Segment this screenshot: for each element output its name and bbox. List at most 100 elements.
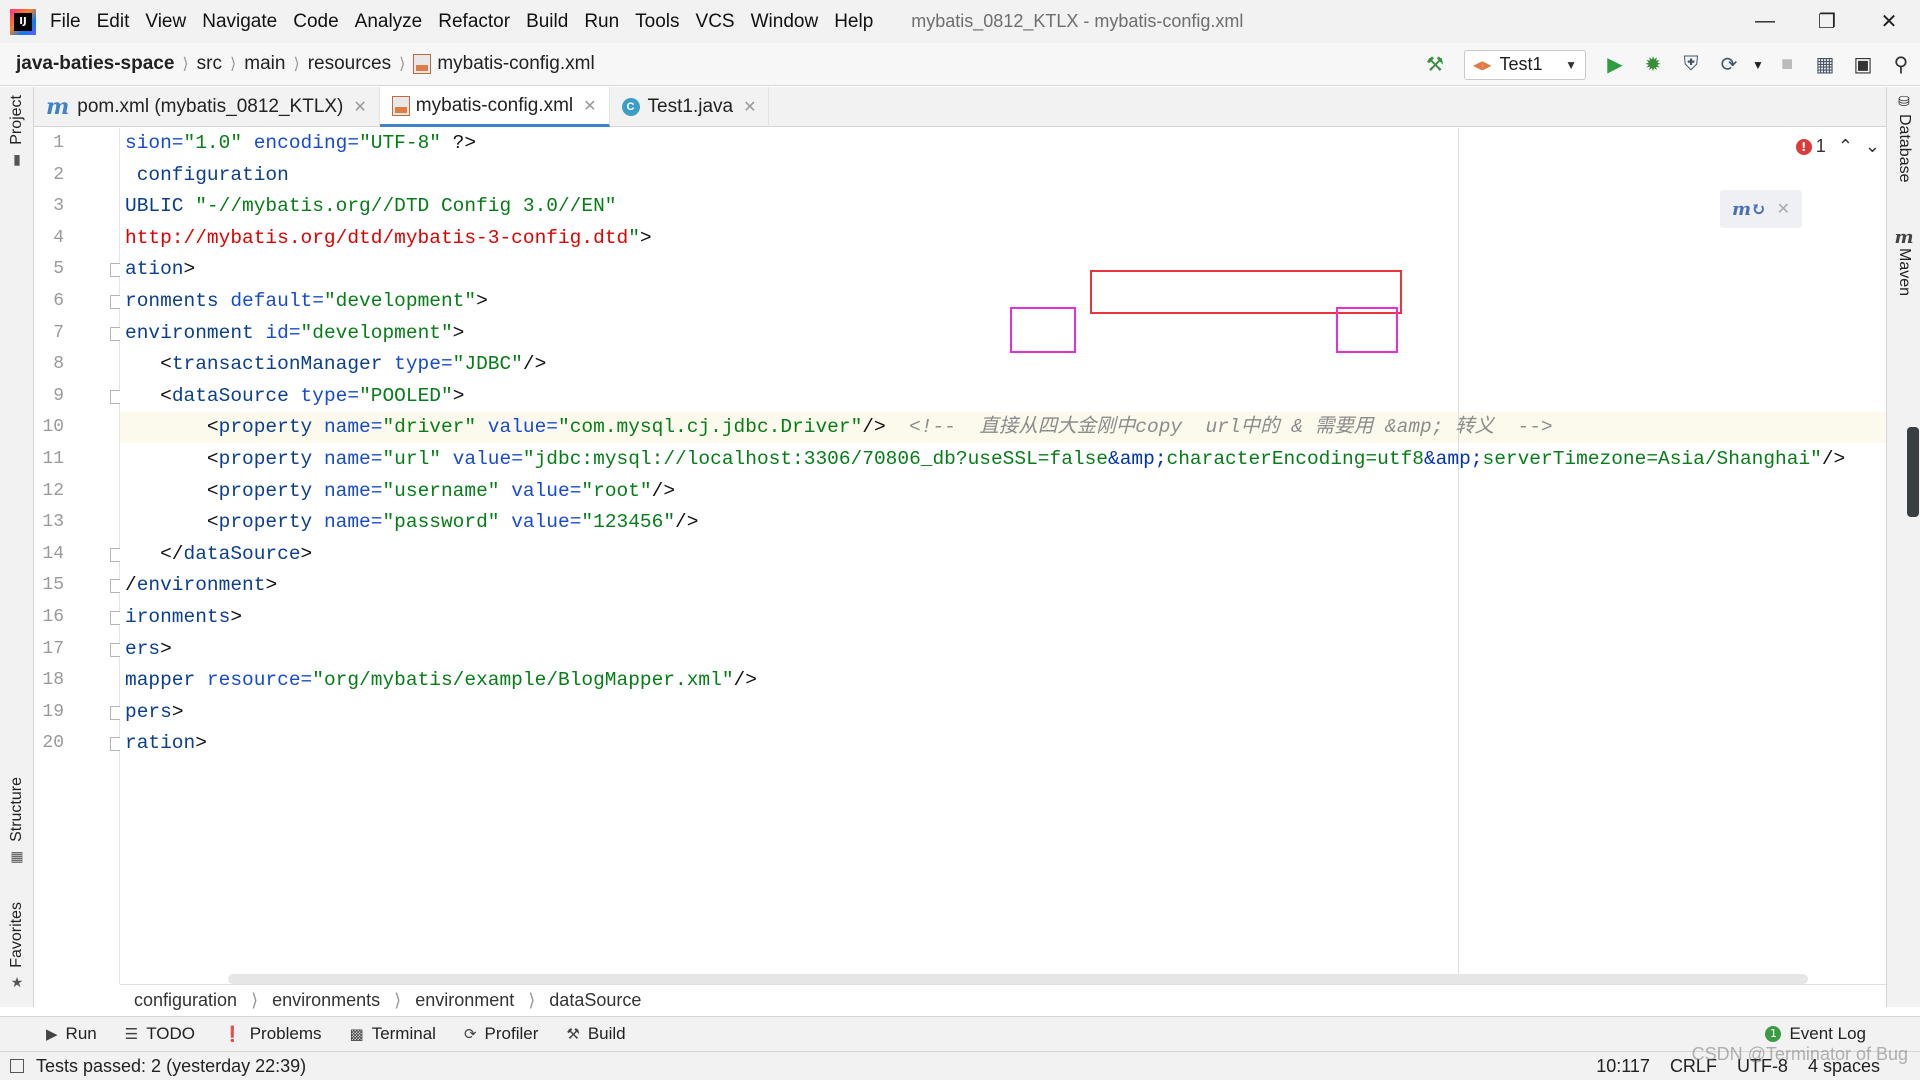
menu-file[interactable]: File — [50, 11, 89, 33]
menu-edit[interactable]: Edit — [89, 11, 138, 33]
breadcrumb-main[interactable]: main — [238, 53, 291, 75]
menu-build[interactable]: Build — [518, 11, 576, 33]
maven-file-icon: m — [46, 94, 70, 120]
breadcrumb-resources[interactable]: resources — [302, 53, 397, 75]
line-number: 19 — [42, 701, 64, 722]
menu-vcs[interactable]: VCS — [688, 11, 743, 33]
maven-reload-icon[interactable]: m↻ — [1732, 199, 1766, 220]
code-editor[interactable]: sion="1.0" encoding="UTF-8" ?> configura… — [120, 128, 1886, 984]
terminal-tool-button[interactable]: ▩ Terminal — [336, 1024, 450, 1044]
database-tool-button[interactable]: ⛁ Database — [1887, 93, 1920, 183]
menu-help[interactable]: Help — [826, 11, 881, 33]
chevron-down-icon[interactable]: ▼ — [1748, 43, 1768, 86]
menu-view[interactable]: View — [137, 11, 194, 33]
code-line: pers> — [125, 697, 184, 728]
code-token: "root" — [581, 479, 652, 502]
structure-item-environments[interactable]: environments — [272, 990, 380, 1011]
minimize-button[interactable]: — — [1734, 0, 1796, 43]
code-token: type= — [300, 384, 360, 407]
menu-code[interactable]: Code — [285, 11, 346, 33]
restore-button[interactable]: ❐ — [1796, 0, 1858, 43]
favorites-tool-button[interactable]: Favorites ★ — [0, 902, 34, 991]
profiler-tool-button[interactable]: ⟳ Profiler — [450, 1024, 552, 1044]
menu-run[interactable]: Run — [576, 11, 627, 33]
line-number: 3 — [53, 196, 64, 217]
structure-item-environment[interactable]: environment — [415, 990, 514, 1011]
error-count[interactable]: ! 1 — [1795, 136, 1826, 157]
code-token: dataSource — [171, 384, 301, 407]
profile-icon[interactable]: ⟳ — [1710, 43, 1748, 86]
event-log-button[interactable]: 1 Event Log — [1751, 1024, 1880, 1044]
code-token: "UTF-8" — [359, 132, 441, 154]
code-token: < — [125, 416, 219, 439]
folder-icon: ▮ — [13, 150, 21, 167]
tab-pom-xml[interactable]: m pom.xml (mybatis_0812_KTLX) ✕ — [34, 87, 380, 127]
caret-position[interactable]: 10:117 — [1596, 1056, 1650, 1077]
menu-tools[interactable]: Tools — [627, 11, 687, 33]
code-token: name= — [323, 448, 383, 470]
chevron-up-icon[interactable]: ⌃ — [1838, 136, 1853, 157]
maven-reload-popup: m↻ ✕ — [1720, 190, 1802, 228]
close-icon[interactable]: ✕ — [583, 96, 596, 116]
breadcrumb-project[interactable]: java-baties-space — [0, 53, 180, 75]
todo-tool-button[interactable]: ☰ TODO — [111, 1024, 209, 1044]
code-line: sion="1.0" encoding="UTF-8" ?> — [125, 128, 476, 159]
status-message[interactable]: Tests passed: 2 (yesterday 22:39) — [36, 1056, 306, 1077]
structure-tool-button[interactable]: Structure ▦ — [0, 777, 34, 865]
horizontal-scrollbar[interactable] — [228, 974, 1808, 984]
menu-analyze[interactable]: Analyze — [347, 11, 431, 33]
close-icon[interactable]: ✕ — [743, 97, 756, 117]
status-toggle-icon[interactable] — [10, 1059, 24, 1073]
menu-navigate[interactable]: Navigate — [194, 11, 285, 33]
breadcrumb-file[interactable]: mybatis-config.xml — [407, 53, 600, 75]
structure-item-configuration[interactable]: configuration — [134, 990, 237, 1011]
run-icon[interactable]: ▶ — [1596, 43, 1634, 86]
stop-icon[interactable]: ■ — [1768, 43, 1806, 86]
build-hammer-icon[interactable]: ⚒ — [1416, 43, 1454, 86]
scroll-thumb[interactable] — [1907, 427, 1919, 517]
close-icon[interactable]: ✕ — [1777, 199, 1790, 219]
line-number: 20 — [42, 733, 64, 754]
code-token: "jdbc:mysql://localhost:3306/70806_db?us… — [522, 448, 1109, 470]
code-token: value= — [440, 448, 523, 470]
line-number: 13 — [42, 512, 64, 533]
line-number: 1 — [53, 133, 64, 153]
code-token: "development" — [300, 321, 453, 344]
chevron-right-icon: ⟩ — [528, 989, 536, 1010]
code-line: <transactionManager type="JDBC"/> — [125, 349, 546, 380]
coverage-icon[interactable]: ⛨ — [1672, 43, 1710, 86]
project-structure-icon[interactable]: ▦ — [1806, 43, 1844, 86]
code-token: > — [300, 542, 313, 565]
structure-item-datasource[interactable]: dataSource — [549, 990, 641, 1011]
problems-tool-button[interactable]: ❗ Problems — [209, 1024, 336, 1044]
tab-mybatis-config[interactable]: mybatis-config.xml ✕ — [379, 87, 610, 127]
code-token: /> — [733, 669, 757, 692]
problems-tool-label: Problems — [249, 1024, 322, 1043]
navigation-bar: java-baties-space ⟩ src ⟩ main ⟩ resourc… — [0, 43, 1920, 86]
build-tool-button[interactable]: ⚒ Build — [552, 1024, 639, 1044]
run-tool-button[interactable]: ▶ Run — [0, 1024, 111, 1044]
error-count-label: 1 — [1815, 136, 1826, 156]
search-icon[interactable]: ⚲ — [1882, 43, 1920, 86]
breadcrumb-src[interactable]: src — [191, 53, 228, 75]
inspection-widget[interactable]: ! 1 ⌃ ⌄ — [1795, 136, 1880, 157]
project-tool-button[interactable]: Project ▮ — [0, 95, 34, 168]
window-layout-icon[interactable]: ▣ — [1844, 43, 1882, 86]
code-token: /> — [651, 479, 676, 502]
close-window-button[interactable]: ✕ — [1858, 0, 1920, 43]
menu-refactor[interactable]: Refactor — [430, 11, 518, 33]
chevron-down-icon[interactable]: ⌄ — [1865, 136, 1880, 157]
maven-tool-button[interactable]: m Maven — [1887, 227, 1920, 296]
code-token: "JDBC" — [452, 353, 523, 376]
code-token: configuration — [125, 163, 289, 186]
code-token: pers — [125, 700, 172, 723]
profiler-icon: ⟳ — [463, 1026, 477, 1043]
code-token: &amp; — [1108, 448, 1167, 470]
annotation-box-magenta — [1010, 307, 1076, 353]
close-icon[interactable]: ✕ — [353, 97, 366, 117]
run-config-select[interactable]: ◀▶ Test1 ▼ — [1464, 49, 1586, 80]
menu-window[interactable]: Window — [743, 11, 827, 33]
tab-test1-java[interactable]: C Test1.java ✕ — [610, 87, 770, 127]
error-icon: ! — [1795, 138, 1812, 155]
debug-icon[interactable]: ✹ — [1634, 43, 1672, 86]
